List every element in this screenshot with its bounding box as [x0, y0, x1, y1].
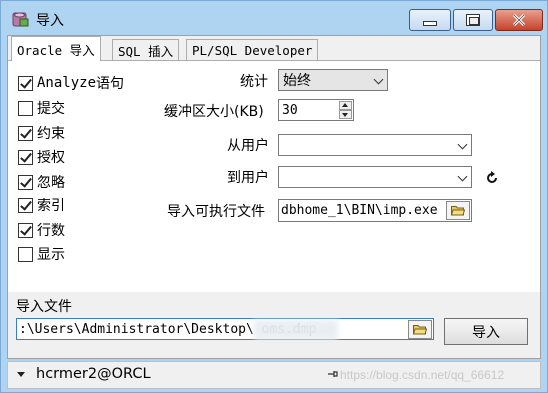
oracle-import-page: Analyze 语句 提交 约束 授权 忽略 索引 行数 显示 统计 始终 缓冲… — [8, 60, 540, 292]
folder-open-icon — [413, 325, 427, 335]
dialog-client-area: Oracle 导入 SQL 插入 PL/SQL Developer Analyz… — [7, 35, 541, 359]
checkbox[interactable] — [18, 197, 33, 213]
tab-oracle-import[interactable]: Oracle 导入 — [11, 36, 101, 61]
option-label: Analyze — [37, 75, 97, 91]
option-label: 显示 — [37, 247, 65, 263]
redacted-region — [254, 320, 338, 340]
minimize-icon — [423, 20, 437, 26]
checkbox[interactable] — [18, 125, 33, 141]
browse-import-file-button[interactable] — [408, 320, 432, 339]
tab-sql-insert[interactable]: SQL 插入 — [112, 39, 180, 60]
spinner-buttons[interactable] — [339, 101, 352, 119]
folder-open-icon — [451, 206, 465, 216]
chevron-down-icon — [457, 139, 468, 150]
connection-label[interactable]: hcrmer2@ORCL — [36, 366, 151, 382]
chevron-down-icon — [457, 171, 468, 182]
minimize-button[interactable] — [409, 9, 451, 31]
connection-dropdown-icon[interactable] — [17, 372, 25, 377]
option-label: 语句 — [96, 76, 125, 92]
from-user-select[interactable] — [278, 134, 472, 156]
checkbox[interactable] — [18, 100, 33, 116]
maximize-icon — [466, 14, 480, 26]
status-bar: hcrmer2@ORCL https://blog.csdn.net/qq_66… — [7, 361, 541, 389]
refresh-icon[interactable] — [485, 171, 499, 185]
checkbox[interactable] — [18, 75, 33, 91]
option-label: 忽略 — [37, 175, 65, 191]
browse-executable-button[interactable] — [446, 201, 470, 220]
import-button[interactable]: 导入 — [444, 318, 528, 345]
import-file-label: 导入文件 — [16, 299, 72, 315]
executable-label: 导入可执行文件 — [167, 204, 265, 220]
option-show[interactable]: 显示 — [18, 244, 65, 264]
option-analyze[interactable]: Analyze 语句 — [18, 73, 124, 93]
buffer-size-stepper[interactable]: 30 — [278, 99, 354, 121]
option-constraints[interactable]: 约束 — [18, 123, 65, 143]
option-label: 行数 — [37, 223, 65, 239]
chevron-down-icon — [373, 74, 384, 85]
checkbox[interactable] — [18, 174, 33, 190]
statistics-select[interactable]: 始终 — [278, 69, 388, 91]
title-bar[interactable]: 导入 — [1, 1, 547, 35]
database-import-icon — [12, 12, 29, 27]
watermark-text: https://blog.csdn.net/qq_66612 — [340, 368, 505, 382]
option-label: 提交 — [37, 101, 65, 117]
buffer-size-label: 缓冲区大小(KB) — [164, 104, 264, 120]
option-indexes[interactable]: 索引 — [18, 195, 65, 215]
option-ignore[interactable]: 忽略 — [18, 172, 65, 192]
statistics-value: 始终 — [283, 73, 311, 89]
buffer-size-value: 30 — [282, 102, 298, 118]
from-user-label: 从用户 — [227, 138, 269, 154]
statistics-label: 统计 — [240, 74, 268, 90]
option-label: 索引 — [37, 198, 65, 214]
option-rows[interactable]: 行数 — [18, 220, 65, 240]
spin-down-icon[interactable] — [339, 110, 352, 119]
tab-strip: Oracle 导入 SQL 插入 PL/SQL Developer — [8, 36, 540, 61]
option-commit[interactable]: 提交 — [18, 98, 65, 118]
import-window: 导入 Oracle 导入 SQL 插入 PL/SQL Developer Ana… — [0, 0, 548, 393]
window-title: 导入 — [36, 13, 64, 29]
tab-plsql-developer[interactable]: PL/SQL Developer — [186, 39, 319, 60]
maximize-button[interactable] — [453, 9, 493, 31]
executable-path-value: dbhome_1\BIN\imp.exe — [281, 203, 438, 218]
to-user-label: 到用户 — [227, 170, 269, 186]
checkbox[interactable] — [18, 149, 33, 165]
option-label: 约束 — [37, 126, 65, 142]
checkbox[interactable] — [18, 246, 33, 262]
to-user-select[interactable] — [278, 166, 472, 188]
option-grants[interactable]: 授权 — [18, 147, 65, 167]
import-file-field[interactable]: :\Users\Administrator\Desktop\ oms.dmp — [16, 318, 434, 340]
pin-icon[interactable] — [326, 367, 340, 381]
close-icon — [512, 13, 526, 27]
close-button[interactable] — [495, 9, 543, 31]
spin-up-icon[interactable] — [339, 101, 352, 110]
executable-path-field[interactable]: dbhome_1\BIN\imp.exe — [278, 199, 472, 222]
option-label: 授权 — [37, 150, 65, 166]
checkbox[interactable] — [18, 222, 33, 238]
